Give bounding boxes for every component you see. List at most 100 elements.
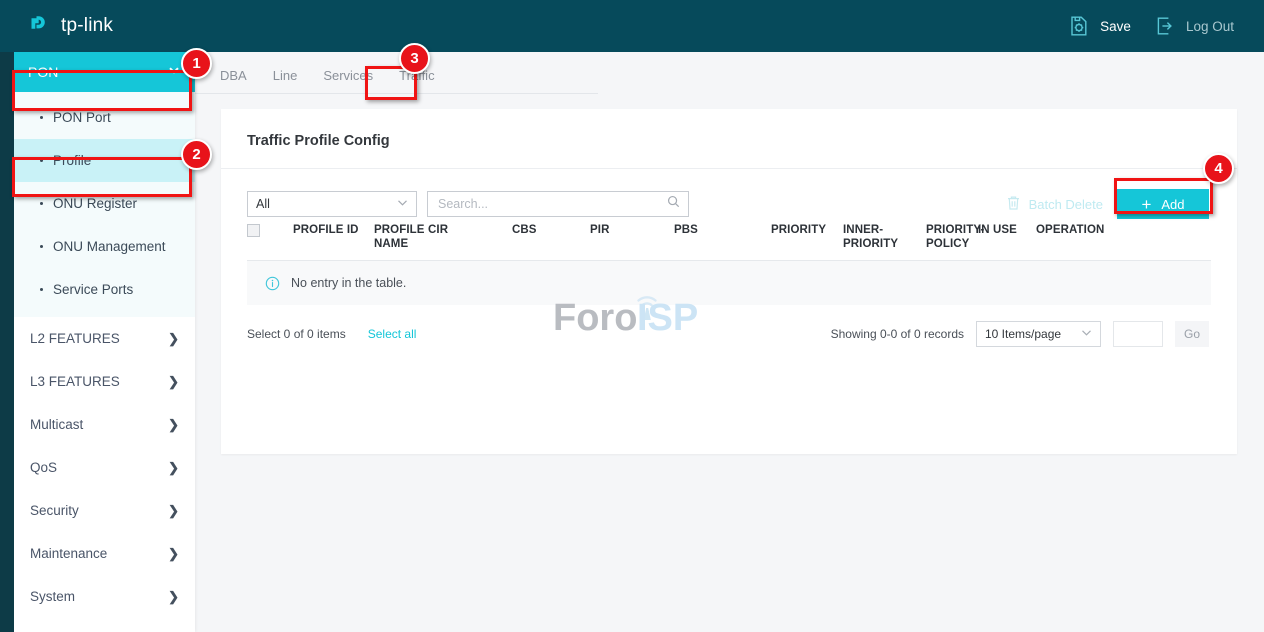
bullet-icon xyxy=(40,116,43,119)
logout-arrow-icon xyxy=(1153,14,1177,38)
table-empty-row: No entry in the table. xyxy=(247,261,1211,305)
tab-line[interactable]: Line xyxy=(260,68,311,93)
trash-icon xyxy=(1006,195,1021,214)
sidebar-group-pon[interactable]: PON xyxy=(14,52,195,92)
column-profile-id: PROFILE ID xyxy=(293,223,374,237)
batch-delete-label: Batch Delete xyxy=(1029,197,1103,212)
sidebar-item-label: PON Port xyxy=(53,110,111,125)
bullet-icon xyxy=(40,159,43,162)
sidebar-item-label: ONU Management xyxy=(53,239,166,254)
pagination-controls: Showing 0-0 of 0 records 10 Items/page G… xyxy=(831,321,1209,347)
sidebar-item-security[interactable]: Security ❯ xyxy=(14,489,195,532)
sidebar-item-profile[interactable]: Profile xyxy=(14,139,195,182)
tab-dba[interactable]: DBA xyxy=(214,68,260,93)
chevron-down-icon xyxy=(1081,329,1092,340)
sidebar-item-service-ports[interactable]: Service Ports xyxy=(14,268,195,311)
column-operation: OPERATION xyxy=(1036,223,1126,237)
column-cbs: CBS xyxy=(512,223,590,237)
add-button[interactable]: + Add xyxy=(1117,189,1209,219)
table-footer: Select 0 of 0 items Select all Showing 0… xyxy=(221,305,1237,347)
info-icon xyxy=(265,276,280,291)
batch-delete-button[interactable]: Batch Delete xyxy=(1006,195,1103,214)
chevron-right-icon: ❯ xyxy=(168,503,179,519)
sidebar-item-multicast[interactable]: Multicast ❯ xyxy=(14,403,195,446)
sidebar-item-label: System xyxy=(30,589,75,604)
column-cir: CIR xyxy=(428,223,512,237)
selection-info: Select 0 of 0 items xyxy=(247,327,346,341)
chevron-right-icon: ❯ xyxy=(168,331,179,347)
tab-bar: DBA Line Services Traffic xyxy=(195,52,598,94)
chevron-right-icon: ❯ xyxy=(168,374,179,390)
tab-traffic[interactable]: Traffic xyxy=(386,68,447,93)
page-size-value: 10 Items/page xyxy=(985,327,1061,341)
top-bar: tp-link Save Log Out xyxy=(0,0,1264,52)
sidebar-item-label: Multicast xyxy=(30,417,83,432)
sidebar-item-label: ONU Register xyxy=(53,196,137,211)
column-priority-policy: PRIORITY-POLICY xyxy=(926,223,978,251)
search-box xyxy=(427,191,689,217)
logout-label: Log Out xyxy=(1186,19,1234,34)
chevron-right-icon: ❯ xyxy=(168,546,179,562)
filter-select[interactable]: All xyxy=(247,191,417,217)
save-document-gear-icon xyxy=(1067,14,1091,38)
save-label: Save xyxy=(1100,19,1131,34)
tplink-logo-mark xyxy=(28,13,54,39)
tplink-logo: tp-link xyxy=(28,13,113,39)
records-info: Showing 0-0 of 0 records xyxy=(831,327,964,341)
chevron-right-icon: ❯ xyxy=(168,417,179,433)
sidebar-item-label: L2 FEATURES xyxy=(30,331,120,346)
sidebar-item-label: Service Ports xyxy=(53,282,133,297)
traffic-profile-card: Traffic Profile Config All xyxy=(221,109,1237,454)
sidebar-submenu-pon: PON Port Profile ONU Register ONU Manage… xyxy=(14,92,195,317)
toolbar-actions: Batch Delete + Add xyxy=(1006,189,1209,219)
bullet-icon xyxy=(40,202,43,205)
select-all-link[interactable]: Select all xyxy=(368,327,417,341)
select-all-checkbox[interactable] xyxy=(247,224,260,237)
chevron-right-icon: ❯ xyxy=(168,589,179,605)
bullet-icon xyxy=(40,245,43,248)
column-in-use: IN USE xyxy=(978,223,1036,237)
search-icon[interactable] xyxy=(667,195,680,213)
page-size-select[interactable]: 10 Items/page xyxy=(976,321,1101,347)
sidebar-item-label: L3 FEATURES xyxy=(30,374,120,389)
column-priority: PRIORITY xyxy=(771,223,843,237)
sidebar-item-label: Maintenance xyxy=(30,546,107,561)
page-title: Traffic Profile Config xyxy=(221,109,1237,149)
sidebar-item-maintenance[interactable]: Maintenance ❯ xyxy=(14,532,195,575)
column-pbs: PBS xyxy=(674,223,771,237)
sidebar-group-pon-label: PON xyxy=(28,52,58,92)
topbar-actions: Save Log Out xyxy=(1059,10,1242,42)
page-number-input[interactable] xyxy=(1113,321,1163,347)
sidebar-item-l2-features[interactable]: L2 FEATURES ❯ xyxy=(14,317,195,360)
sidebar-item-label: QoS xyxy=(30,460,57,475)
table-empty-message: No entry in the table. xyxy=(291,276,406,290)
plus-icon: + xyxy=(1141,196,1151,213)
sidebar-rail xyxy=(0,52,14,632)
main-content: DBA Line Services Traffic Traffic Profil… xyxy=(195,52,1264,632)
sidebar-item-qos[interactable]: QoS ❯ xyxy=(14,446,195,489)
sidebar: PON PON Port Profile ONU Register ONU Ma… xyxy=(14,52,195,632)
column-inner-priority: INNER-PRIORITY xyxy=(843,223,926,251)
sidebar-item-system[interactable]: System ❯ xyxy=(14,575,195,618)
go-button[interactable]: Go xyxy=(1175,321,1209,347)
sidebar-item-pon-port[interactable]: PON Port xyxy=(14,96,195,139)
save-button[interactable]: Save xyxy=(1059,10,1139,42)
table-header-row: PROFILE ID PROFILE NAME CIR CBS PIR PBS … xyxy=(247,223,1211,261)
sidebar-item-onu-register[interactable]: ONU Register xyxy=(14,182,195,225)
sidebar-item-label: Profile xyxy=(53,153,91,168)
chevron-down-icon xyxy=(397,199,408,210)
chevron-right-icon: ❯ xyxy=(168,460,179,476)
search-input[interactable] xyxy=(436,196,667,212)
logout-button[interactable]: Log Out xyxy=(1145,10,1242,42)
table-toolbar: All xyxy=(221,169,1237,223)
tab-services[interactable]: Services xyxy=(310,68,386,93)
filter-select-value: All xyxy=(256,197,270,211)
profile-table: PROFILE ID PROFILE NAME CIR CBS PIR PBS … xyxy=(221,223,1237,305)
sidebar-item-l3-features[interactable]: L3 FEATURES ❯ xyxy=(14,360,195,403)
sidebar-item-onu-management[interactable]: ONU Management xyxy=(14,225,195,268)
chevron-down-icon xyxy=(167,52,181,92)
tplink-brand-text: tp-link xyxy=(61,15,113,37)
add-label: Add xyxy=(1161,197,1184,212)
bullet-icon xyxy=(40,288,43,291)
column-pir: PIR xyxy=(590,223,674,237)
